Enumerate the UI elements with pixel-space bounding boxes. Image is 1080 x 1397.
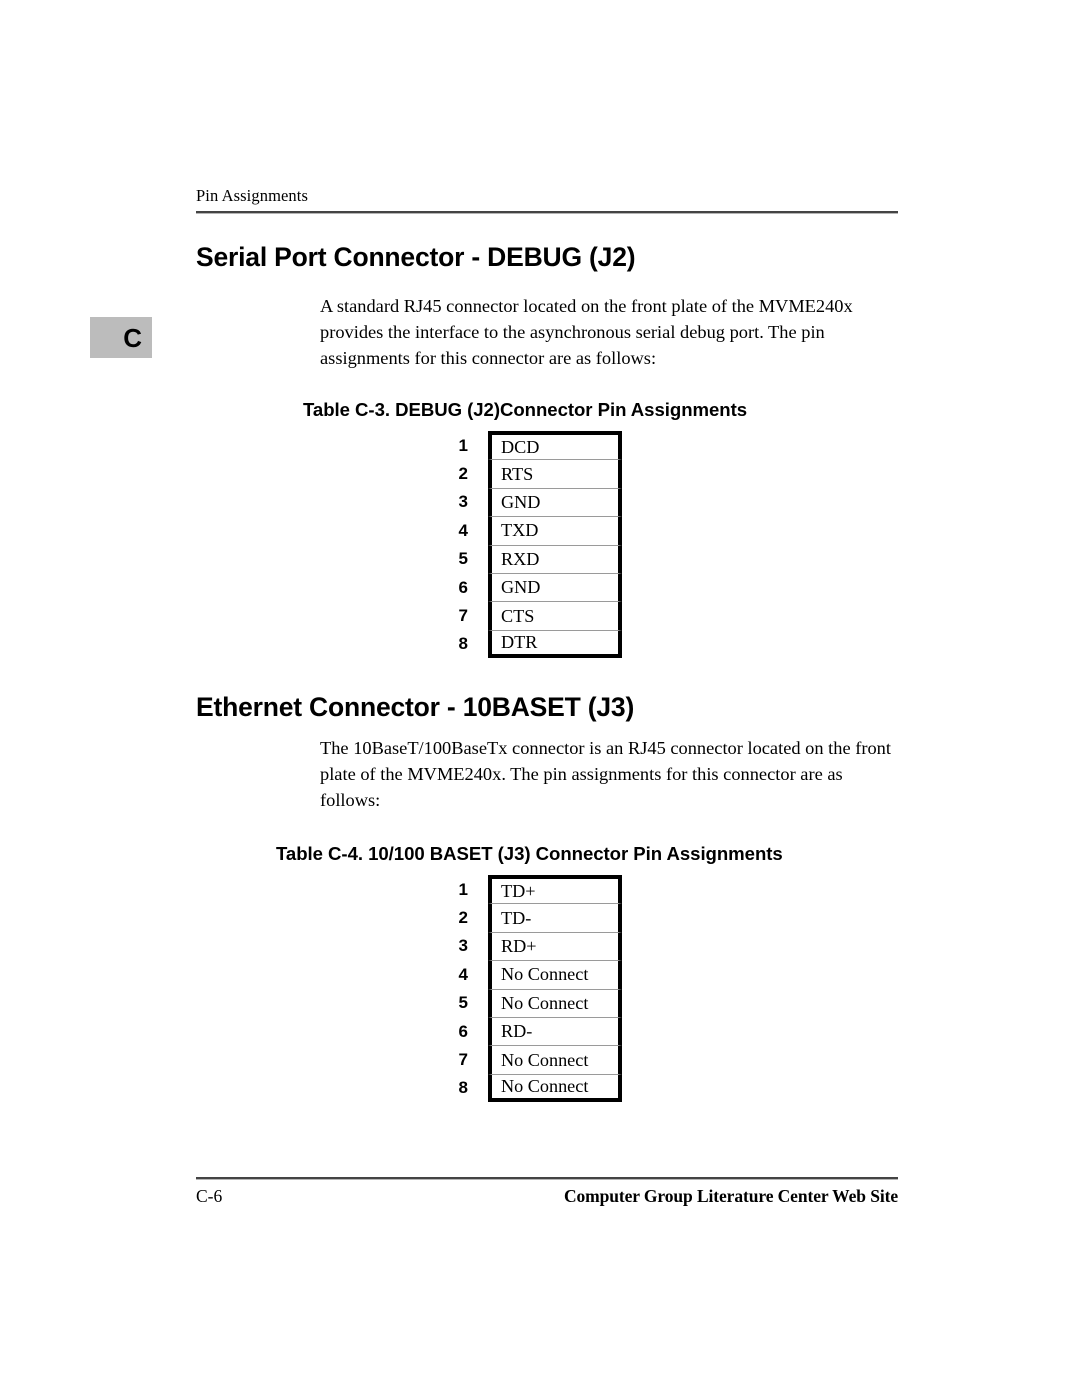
pin-signal: No Connect [488,1073,622,1103]
table-caption-c4: Table C-4. 10/100 BASET (J3) Connector P… [276,843,783,864]
pin-signal: TXD [488,516,622,545]
section-paragraph-ethernet: The 10BaseT/100BaseTx connector is an RJ… [320,738,891,811]
table-row: 7 No Connect [440,1045,622,1074]
table-row: 1 TD+ [440,875,622,904]
section-heading-serial-port: Serial Port Connector - DEBUG (J2) [196,242,636,272]
pin-signal: RTS [488,459,622,488]
document-page: Pin Assignments C Serial Port Connector … [0,0,1080,1397]
pin-signal: GND [488,487,622,517]
pin-signal: RD- [488,1016,622,1046]
section-heading-ethernet: Ethernet Connector - 10BASET (J3) [196,692,635,722]
pin-number: 7 [458,606,468,626]
table-row: 1 DCD [440,431,622,460]
footer-rule [196,1177,898,1180]
pin-number: 4 [458,520,468,540]
pin-signal: GND [488,572,622,602]
chapter-tab-marker: C [90,317,152,358]
section-paragraph-serial-port: A standard RJ45 connector located on the… [320,296,853,369]
footer-note: Computer Group Literature Center Web Sit… [563,1186,898,1206]
table-row: 6 GND [440,572,622,602]
pin-number: 1 [458,879,468,899]
pin-signal: RXD [488,544,622,573]
table-row: 4 No Connect [440,960,622,989]
table-row: 2 TD- [440,903,622,932]
pin-signal: TD+ [488,875,622,904]
pin-number: 8 [458,634,468,654]
pin-number: 8 [458,1078,468,1098]
pin-signal: CTS [488,601,622,630]
pin-number: 5 [458,993,468,1013]
pin-signal: DCD [488,431,622,460]
pin-signal: DTR [488,629,622,659]
table-row: 8 No Connect [440,1073,622,1103]
table-row: 5 No Connect [440,988,622,1017]
pin-number: 6 [458,1021,468,1041]
table-row: 5 RXD [440,544,622,573]
pin-number: 3 [458,936,468,956]
header-rule [196,211,898,214]
running-header-title: Pin Assignments [196,186,308,205]
table-row: 2 RTS [440,459,622,488]
table-row: 7 CTS [440,601,622,630]
table-row: 3 RD+ [440,931,622,961]
pin-number: 6 [458,577,468,597]
pin-number: 2 [458,464,468,484]
chapter-tab-letter: C [123,322,142,353]
table-row: 8 DTR [440,629,622,659]
pin-signal: TD- [488,903,622,932]
pin-number: 4 [458,964,468,984]
pin-signal: No Connect [488,960,622,989]
pin-table-c3-body: 1 DCD 2 RTS 3 GND 4 TXD 5 RXD 6 GND 7 CT… [440,431,622,659]
pin-number: 1 [458,435,468,455]
table-row: 6 RD- [440,1016,622,1046]
table-row: 4 TXD [440,516,622,545]
pin-signal: No Connect [488,988,622,1017]
pin-signal: RD+ [488,931,622,961]
pin-number: 7 [458,1050,468,1070]
pin-number: 2 [458,908,468,928]
pin-signal: No Connect [488,1045,622,1074]
table-caption-c3: Table C-3. DEBUG (J2)Connector Pin Assig… [303,399,748,420]
table-row: 3 GND [440,487,622,517]
pin-table-c3: 1 DCD 2 RTS 3 GND 4 TXD 5 RXD 6 GND 7 CT… [440,431,622,659]
pin-table-c4-body: 1 TD+ 2 TD- 3 RD+ 4 No Connect 5 No Conn… [440,875,622,1103]
pin-table-c4: 1 TD+ 2 TD- 3 RD+ 4 No Connect 5 No Conn… [440,875,622,1103]
pin-number: 5 [458,549,468,569]
pin-number: 3 [458,492,468,512]
